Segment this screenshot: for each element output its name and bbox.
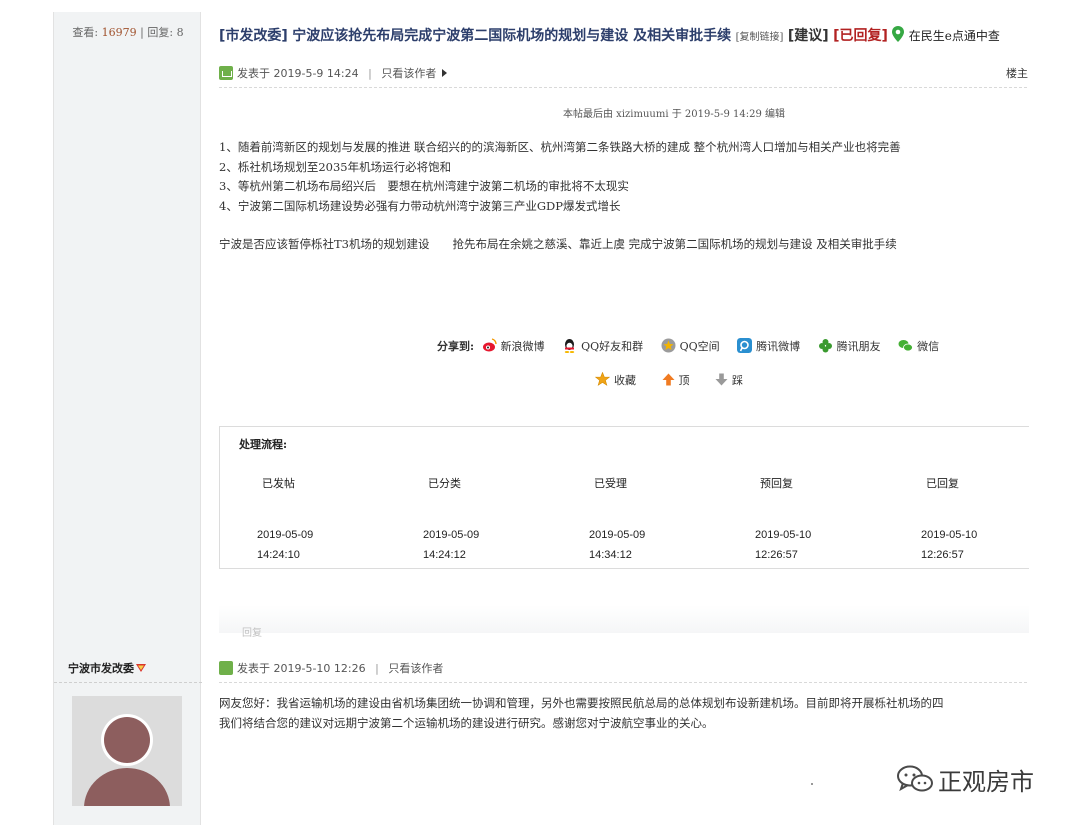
replies-count: 8 <box>176 26 184 39</box>
posted-label: 发表于 <box>237 67 270 80</box>
qq-icon <box>564 339 575 353</box>
process-panel: 处理流程: 已发帖 2019-05-09 14:24:10 已分类 2019-05… <box>219 426 1029 569</box>
process-title: 处理流程: <box>239 438 288 451</box>
process-step: 已受理 2019-05-09 14:34:12 <box>589 477 646 561</box>
only-author-link[interactable]: 只看该作者 <box>388 662 443 675</box>
site-link[interactable]: 在民生e点通中查 <box>909 29 1000 43</box>
status-badge: [已回复] <box>833 28 888 44</box>
floor-label: 楼主 <box>1006 67 1028 80</box>
official-badge-icon <box>136 664 146 672</box>
replies-label: 回复: <box>147 26 174 39</box>
share-tencent-pengyou[interactable]: 腾讯朋友 <box>818 339 881 353</box>
qzone-icon <box>661 338 676 353</box>
process-step: 已分类 2019-05-09 14:24:12 <box>423 477 480 561</box>
tencent-pengyou-icon <box>818 339 832 353</box>
avatar[interactable] <box>72 696 182 806</box>
downvote-button[interactable]: 踩 <box>715 373 743 387</box>
share-label: 分享到: <box>437 340 475 353</box>
posted-time: 2019-5-10 12:26 <box>273 662 366 675</box>
category-tag[interactable]: [建议] <box>788 28 829 44</box>
posted-label: 发表于 <box>237 662 270 675</box>
share-bar: 分享到: 新浪微博 QQ好友和群 QQ空间 腾讯微博 腾讯朋友 微信 <box>437 338 953 354</box>
views-count: 16979 <box>101 26 137 39</box>
divider <box>219 682 1027 683</box>
post-content: 1、随着前湾新区的规划与发展的推进 联合绍兴的的滨海新区、杭州湾第二条铁路大桥的… <box>219 138 901 255</box>
share-qzone[interactable]: QQ空间 <box>661 338 720 353</box>
star-icon <box>595 372 610 386</box>
only-author-link[interactable]: 只看该作者 <box>381 67 436 80</box>
posted-time: 2019-5-9 14:24 <box>273 67 359 80</box>
upvote-button[interactable]: 顶 <box>662 373 690 387</box>
content-line: 2、栎社机场规划至2035年机场运行必将饱和 <box>219 159 452 174</box>
edit-note: 本帖最后由 xizimuumi 于 2019-5-9 14:29 编辑 <box>563 109 785 120</box>
caret-right-icon[interactable] <box>442 69 448 77</box>
weibo-icon <box>482 338 497 352</box>
post-actions: 收藏 顶 踩 <box>595 372 765 388</box>
share-weibo[interactable]: 新浪微博 <box>482 338 545 353</box>
process-step: 已发帖 2019-05-09 14:24:10 <box>257 477 314 561</box>
views-label: 查看: <box>72 26 99 39</box>
process-step: 已回复 2019-05-10 12:26:57 <box>921 477 978 561</box>
content-line: 4、宁波第二国际机场建设势必强有力带动杭州湾宁波第三产业GDP爆发式增长 <box>219 198 621 213</box>
thread-stats: 查看: 16979 | 回复: 8 <box>72 26 184 39</box>
divider <box>219 87 1027 88</box>
reply-author[interactable]: 宁波市发改委 <box>68 660 147 676</box>
content-line: 3、等杭州第二机场布局绍兴后 要想在杭州湾建宁波第二机场的审批将不太现实 <box>219 179 629 193</box>
page-title: 宁波应该抢先布局完成宁波第二国际机场的规划与建设 及相关审批手续 <box>292 28 732 44</box>
reply-author-name[interactable]: 宁波市发改委 <box>68 662 134 675</box>
reply-content: 网友您好：我省运输机场的建设由省机场集团统一协调和管理，另外也需要按照民航总局的… <box>219 693 1029 733</box>
thread-main: [市发改委] 宁波应该抢先布局完成宁波第二国际机场的规划与建设 及相关审批手续 … <box>219 0 1080 825</box>
divider <box>54 682 202 683</box>
watermark: 正观房市 <box>896 760 1056 796</box>
reply-button[interactable]: 回复 <box>242 624 262 639</box>
post-icon <box>219 661 233 675</box>
wechat-icon <box>898 340 914 352</box>
arrow-up-icon <box>662 373 674 386</box>
content-line: 1、随着前湾新区的规划与发展的推进 联合绍兴的的滨海新区、杭州湾第二条铁路大桥的… <box>219 140 901 154</box>
share-tencent-weibo[interactable]: 腾讯微博 <box>737 338 800 353</box>
reply-meta: 发表于 2019-5-10 12:26 | 只看该作者 <box>219 660 443 676</box>
favorite-button[interactable]: 收藏 <box>595 372 636 387</box>
content-summary: 宁波是否应该暂停栎社T3机场的规划建设 抢先布局在余姚之慈溪、靠近上虞 完成宁波… <box>219 237 897 251</box>
location-pin-icon <box>892 26 905 42</box>
process-step: 预回复 2019-05-10 12:26:57 <box>755 477 812 561</box>
default-avatar-icon <box>72 696 182 806</box>
share-wechat[interactable]: 微信 <box>898 340 939 353</box>
content-line: 网友您好：我省运输机场的建设由省机场集团统一协调和管理，另外也需要按照民航总局的… <box>219 696 944 710</box>
post-icon <box>219 66 233 80</box>
wechat-watermark-icon <box>897 765 933 792</box>
copy-link-button[interactable]: [复制链接] <box>736 32 784 43</box>
post-meta: 发表于 2019-5-9 14:24 | 只看该作者 <box>219 65 448 81</box>
tencent-weibo-icon <box>737 338 753 353</box>
thread-header: [市发改委] 宁波应该抢先布局完成宁波第二国际机场的规划与建设 及相关审批手续 … <box>219 25 1000 45</box>
content-line: 我们将结合您的建议对远期宁波第二个运输机场的建设进行研究。感谢您对宁波航空事业的… <box>219 716 714 730</box>
author-sidebar: 查看: 16979 | 回复: 8 宁波市发改委 <box>53 12 202 825</box>
share-qq[interactable]: QQ好友和群 <box>562 339 643 353</box>
watermark-text: 正观房市 <box>938 768 1034 796</box>
department-tag[interactable]: [市发改委] <box>219 28 288 44</box>
arrow-down-icon <box>715 373 728 386</box>
